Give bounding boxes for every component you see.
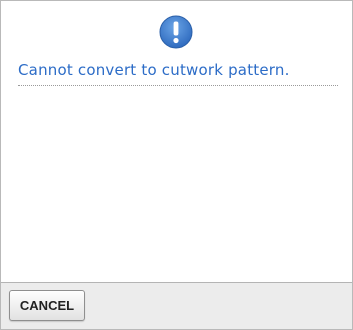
error-message: Cannot convert to cutwork pattern. [18,61,290,79]
dialog-footer: CANCEL [1,282,352,329]
cancel-button[interactable]: CANCEL [9,290,85,321]
message-divider [18,85,338,86]
exclamation-icon [159,15,193,49]
message-dialog: Cannot convert to cutwork pattern. CANCE… [0,0,353,330]
